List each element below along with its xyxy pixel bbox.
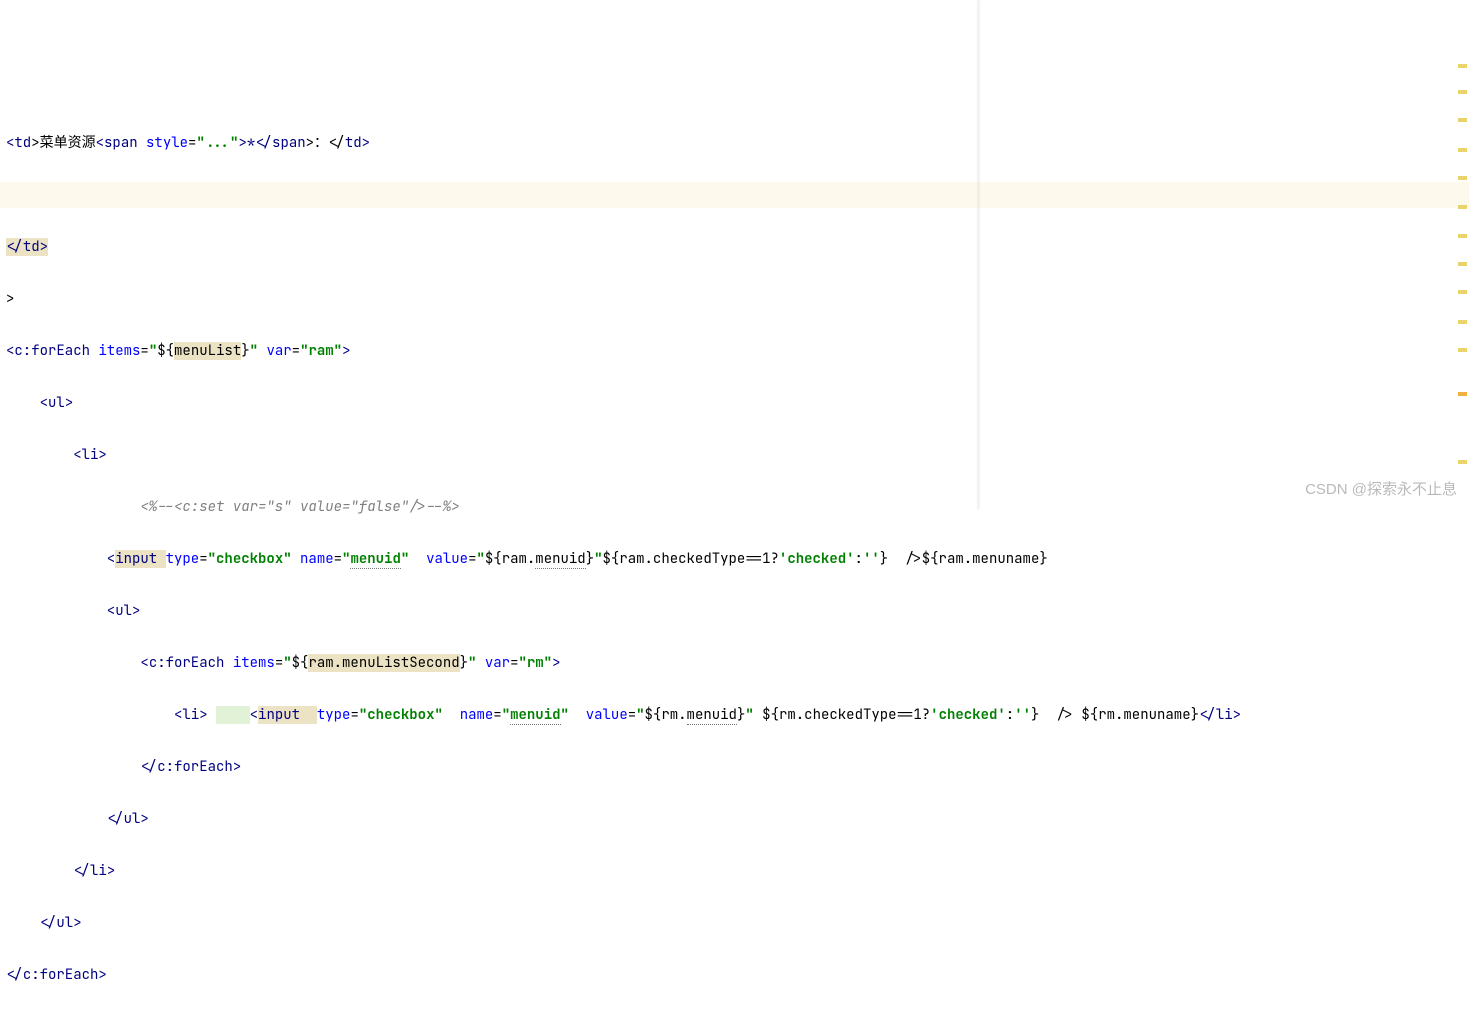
code-line: <td>菜单资源<span style="...">*</span>：</td> xyxy=(6,130,1463,156)
code-line: <ul> xyxy=(6,390,1463,416)
marker-bar[interactable] xyxy=(1457,0,1467,509)
marker-stripe[interactable] xyxy=(1458,262,1467,266)
marker-stripe[interactable] xyxy=(1458,460,1467,464)
code-line: </ul> xyxy=(6,806,1463,832)
code-line: </li> xyxy=(6,858,1463,884)
code-line: <li> <input type="checkbox" name="menuid… xyxy=(6,702,1463,728)
marker-stripe[interactable] xyxy=(1458,64,1467,68)
code-line: <%--<c:set var="s" value="false"/>--%> xyxy=(6,494,1463,520)
marker-stripe[interactable] xyxy=(1458,234,1467,238)
code-line xyxy=(6,1014,1463,1018)
code-editor[interactable]: <td>菜单资源<span style="...">*</span>：</td>… xyxy=(0,104,1469,1018)
highlighted-empty-line xyxy=(0,182,1469,208)
marker-stripe[interactable] xyxy=(1458,392,1467,396)
marker-stripe[interactable] xyxy=(1458,176,1467,180)
marker-stripe[interactable] xyxy=(1458,148,1467,152)
code-line: </td> xyxy=(6,234,1463,260)
code-line: </c:forEach> xyxy=(6,754,1463,780)
code-line: <c:forEach items="${ram.menuListSecond}"… xyxy=(6,650,1463,676)
marker-stripe[interactable] xyxy=(1458,348,1467,352)
code-line: </ul> xyxy=(6,910,1463,936)
marker-stripe[interactable] xyxy=(1458,205,1467,209)
code-line: <input type="checkbox" name="menuid" val… xyxy=(6,546,1463,572)
code-line: <c:forEach items="${menuList}" var="ram"… xyxy=(6,338,1463,364)
code-line: > xyxy=(6,286,1463,312)
marker-stripe[interactable] xyxy=(1458,90,1467,94)
code-line: <ul> xyxy=(6,598,1463,624)
marker-stripe[interactable] xyxy=(1458,320,1467,324)
code-line: <li> xyxy=(6,442,1463,468)
marker-stripe[interactable] xyxy=(1458,118,1467,122)
watermark: CSDN @探索永不止息 xyxy=(1305,477,1457,503)
column-guide xyxy=(978,0,979,509)
marker-stripe[interactable] xyxy=(1458,290,1467,294)
code-line: </c:forEach> xyxy=(6,962,1463,988)
